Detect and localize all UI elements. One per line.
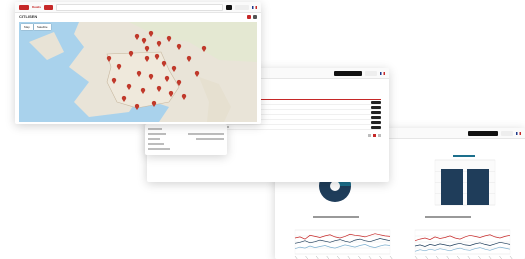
page-prev[interactable] (368, 134, 371, 137)
chart-title (425, 216, 471, 218)
app-logo-text: Dualis (32, 4, 42, 9)
map-view[interactable] (19, 22, 257, 122)
map-marker-icon[interactable] (134, 103, 140, 110)
chart-title (313, 216, 359, 218)
top-bar: Dualis (15, 2, 261, 13)
row-action-button[interactable] (371, 115, 381, 119)
row-action-button[interactable] (371, 125, 381, 129)
popup-value (196, 138, 224, 140)
row-action-button[interactable] (371, 120, 381, 124)
popup-label (148, 138, 160, 140)
info-popup (145, 124, 227, 155)
user-menu[interactable] (334, 70, 362, 76)
bar (467, 169, 489, 205)
popup-label (148, 143, 164, 145)
close-icon[interactable] (247, 14, 251, 19)
search-icon[interactable] (226, 4, 232, 10)
map-tab-satellite[interactable]: Satellite (33, 24, 51, 30)
bar (441, 169, 463, 205)
map-tab-map[interactable]: Map (21, 24, 33, 30)
pie-hole (330, 181, 340, 191)
menu-icon[interactable] (253, 14, 257, 19)
search-input[interactable] (56, 3, 223, 11)
popup-value (188, 133, 224, 135)
flag-icon[interactable] (252, 5, 257, 9)
logo-icon[interactable] (19, 4, 29, 10)
user-menu[interactable] (365, 70, 377, 76)
row-action-button[interactable] (371, 105, 381, 109)
map-marker-icon[interactable] (151, 100, 157, 107)
popup-value (148, 148, 170, 150)
flag-icon[interactable] (516, 131, 521, 135)
user-menu[interactable] (235, 4, 249, 10)
row-action-button[interactable] (371, 110, 381, 114)
flag-icon[interactable] (380, 71, 385, 75)
chart-legend (453, 155, 475, 157)
popup-label (148, 133, 166, 135)
nav-button-red[interactable] (44, 4, 54, 10)
row-action-button[interactable] (371, 100, 381, 104)
map-window: Dualis CITLISEN Map Satellite (15, 2, 261, 124)
user-menu[interactable] (468, 130, 498, 136)
page-next[interactable] (378, 134, 381, 137)
page-current[interactable] (373, 134, 376, 137)
map-page-title: CITLISEN (19, 14, 38, 19)
popup-label (148, 128, 162, 130)
user-menu[interactable] (501, 130, 513, 136)
